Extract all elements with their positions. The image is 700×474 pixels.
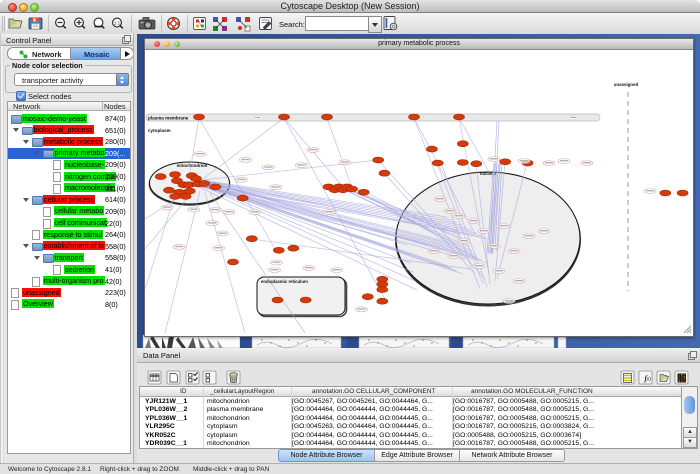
svg-text:endoplasmic reticulum: endoplasmic reticulum — [261, 279, 308, 284]
svg-text:mitochondrion: mitochondrion — [177, 163, 208, 168]
svg-text:unassigned: unassigned — [614, 82, 639, 87]
svg-text:1:1: 1:1 — [114, 21, 121, 26]
svg-text:plasma membrane: plasma membrane — [148, 116, 189, 121]
svg-text:cytoplasm: cytoplasm — [148, 128, 171, 133]
svg-text:(x): (x) — [645, 377, 651, 383]
